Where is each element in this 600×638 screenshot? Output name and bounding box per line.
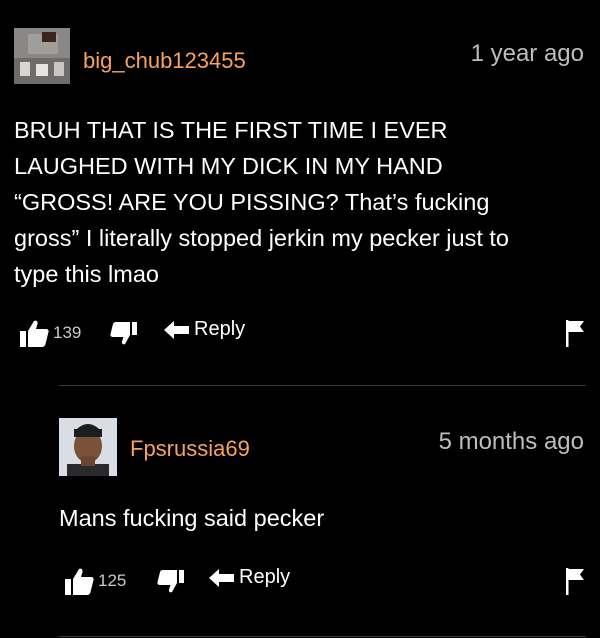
- avatar[interactable]: [14, 28, 70, 84]
- reply-button[interactable]: Reply: [209, 566, 290, 589]
- thumbs-up-icon: [65, 568, 94, 595]
- like-count: 139: [53, 323, 82, 342]
- comment-text-line: type this lmao: [14, 261, 159, 287]
- comment-text-line: “GROSS! ARE YOU PISSING? That’s fucking: [14, 189, 490, 215]
- username[interactable]: Fpsrussia69: [130, 436, 250, 462]
- flag-button[interactable]: [564, 566, 588, 596]
- comment-actions: 125 Reply: [63, 566, 588, 598]
- flag-button[interactable]: [564, 318, 588, 348]
- comment-reply: Fpsrussia69 5 months ago Mans fucking sa…: [0, 386, 600, 638]
- timestamp: 1 year ago: [470, 40, 584, 67]
- reply-label: Reply: [194, 318, 246, 340]
- comment-text: Mans fucking said pecker: [59, 500, 579, 536]
- dislike-button[interactable]: [155, 568, 185, 594]
- flag-icon: [566, 320, 584, 347]
- timestamp: 5 months ago: [438, 428, 584, 455]
- avatar[interactable]: [59, 418, 117, 476]
- reply-label: Reply: [239, 566, 291, 588]
- avatar-image: [14, 28, 70, 84]
- comment-actions: 139 Reply: [18, 318, 588, 350]
- reply-button[interactable]: Reply: [164, 318, 245, 341]
- comment-text-line: Mans fucking said pecker: [59, 505, 325, 531]
- comment: big_chub123455 1 year ago BRUH THAT IS T…: [0, 0, 600, 385]
- comment-text: BRUH THAT IS THE FIRST TIME I EVER LAUGH…: [14, 112, 584, 292]
- avatar-image: [59, 418, 117, 476]
- thumbs-down-icon: [110, 322, 137, 345]
- like-button[interactable]: 125: [63, 566, 126, 596]
- reply-arrow-icon: [209, 568, 234, 587]
- like-count: 125: [98, 571, 127, 590]
- comment-text-line: BRUH THAT IS THE FIRST TIME I EVER: [14, 117, 448, 143]
- comment-text-line: gross” I literally stopped jerkin my pec…: [14, 225, 509, 251]
- comment-text-line: LAUGHED WITH MY DICK IN MY HAND: [14, 153, 443, 179]
- like-button[interactable]: 139: [18, 318, 81, 348]
- flag-icon: [566, 568, 584, 595]
- thumbs-up-icon: [20, 320, 49, 347]
- divider: [59, 636, 586, 637]
- username[interactable]: big_chub123455: [83, 48, 246, 74]
- reply-arrow-icon: [164, 320, 189, 339]
- dislike-button[interactable]: [108, 320, 138, 346]
- thumbs-down-icon: [157, 570, 184, 593]
